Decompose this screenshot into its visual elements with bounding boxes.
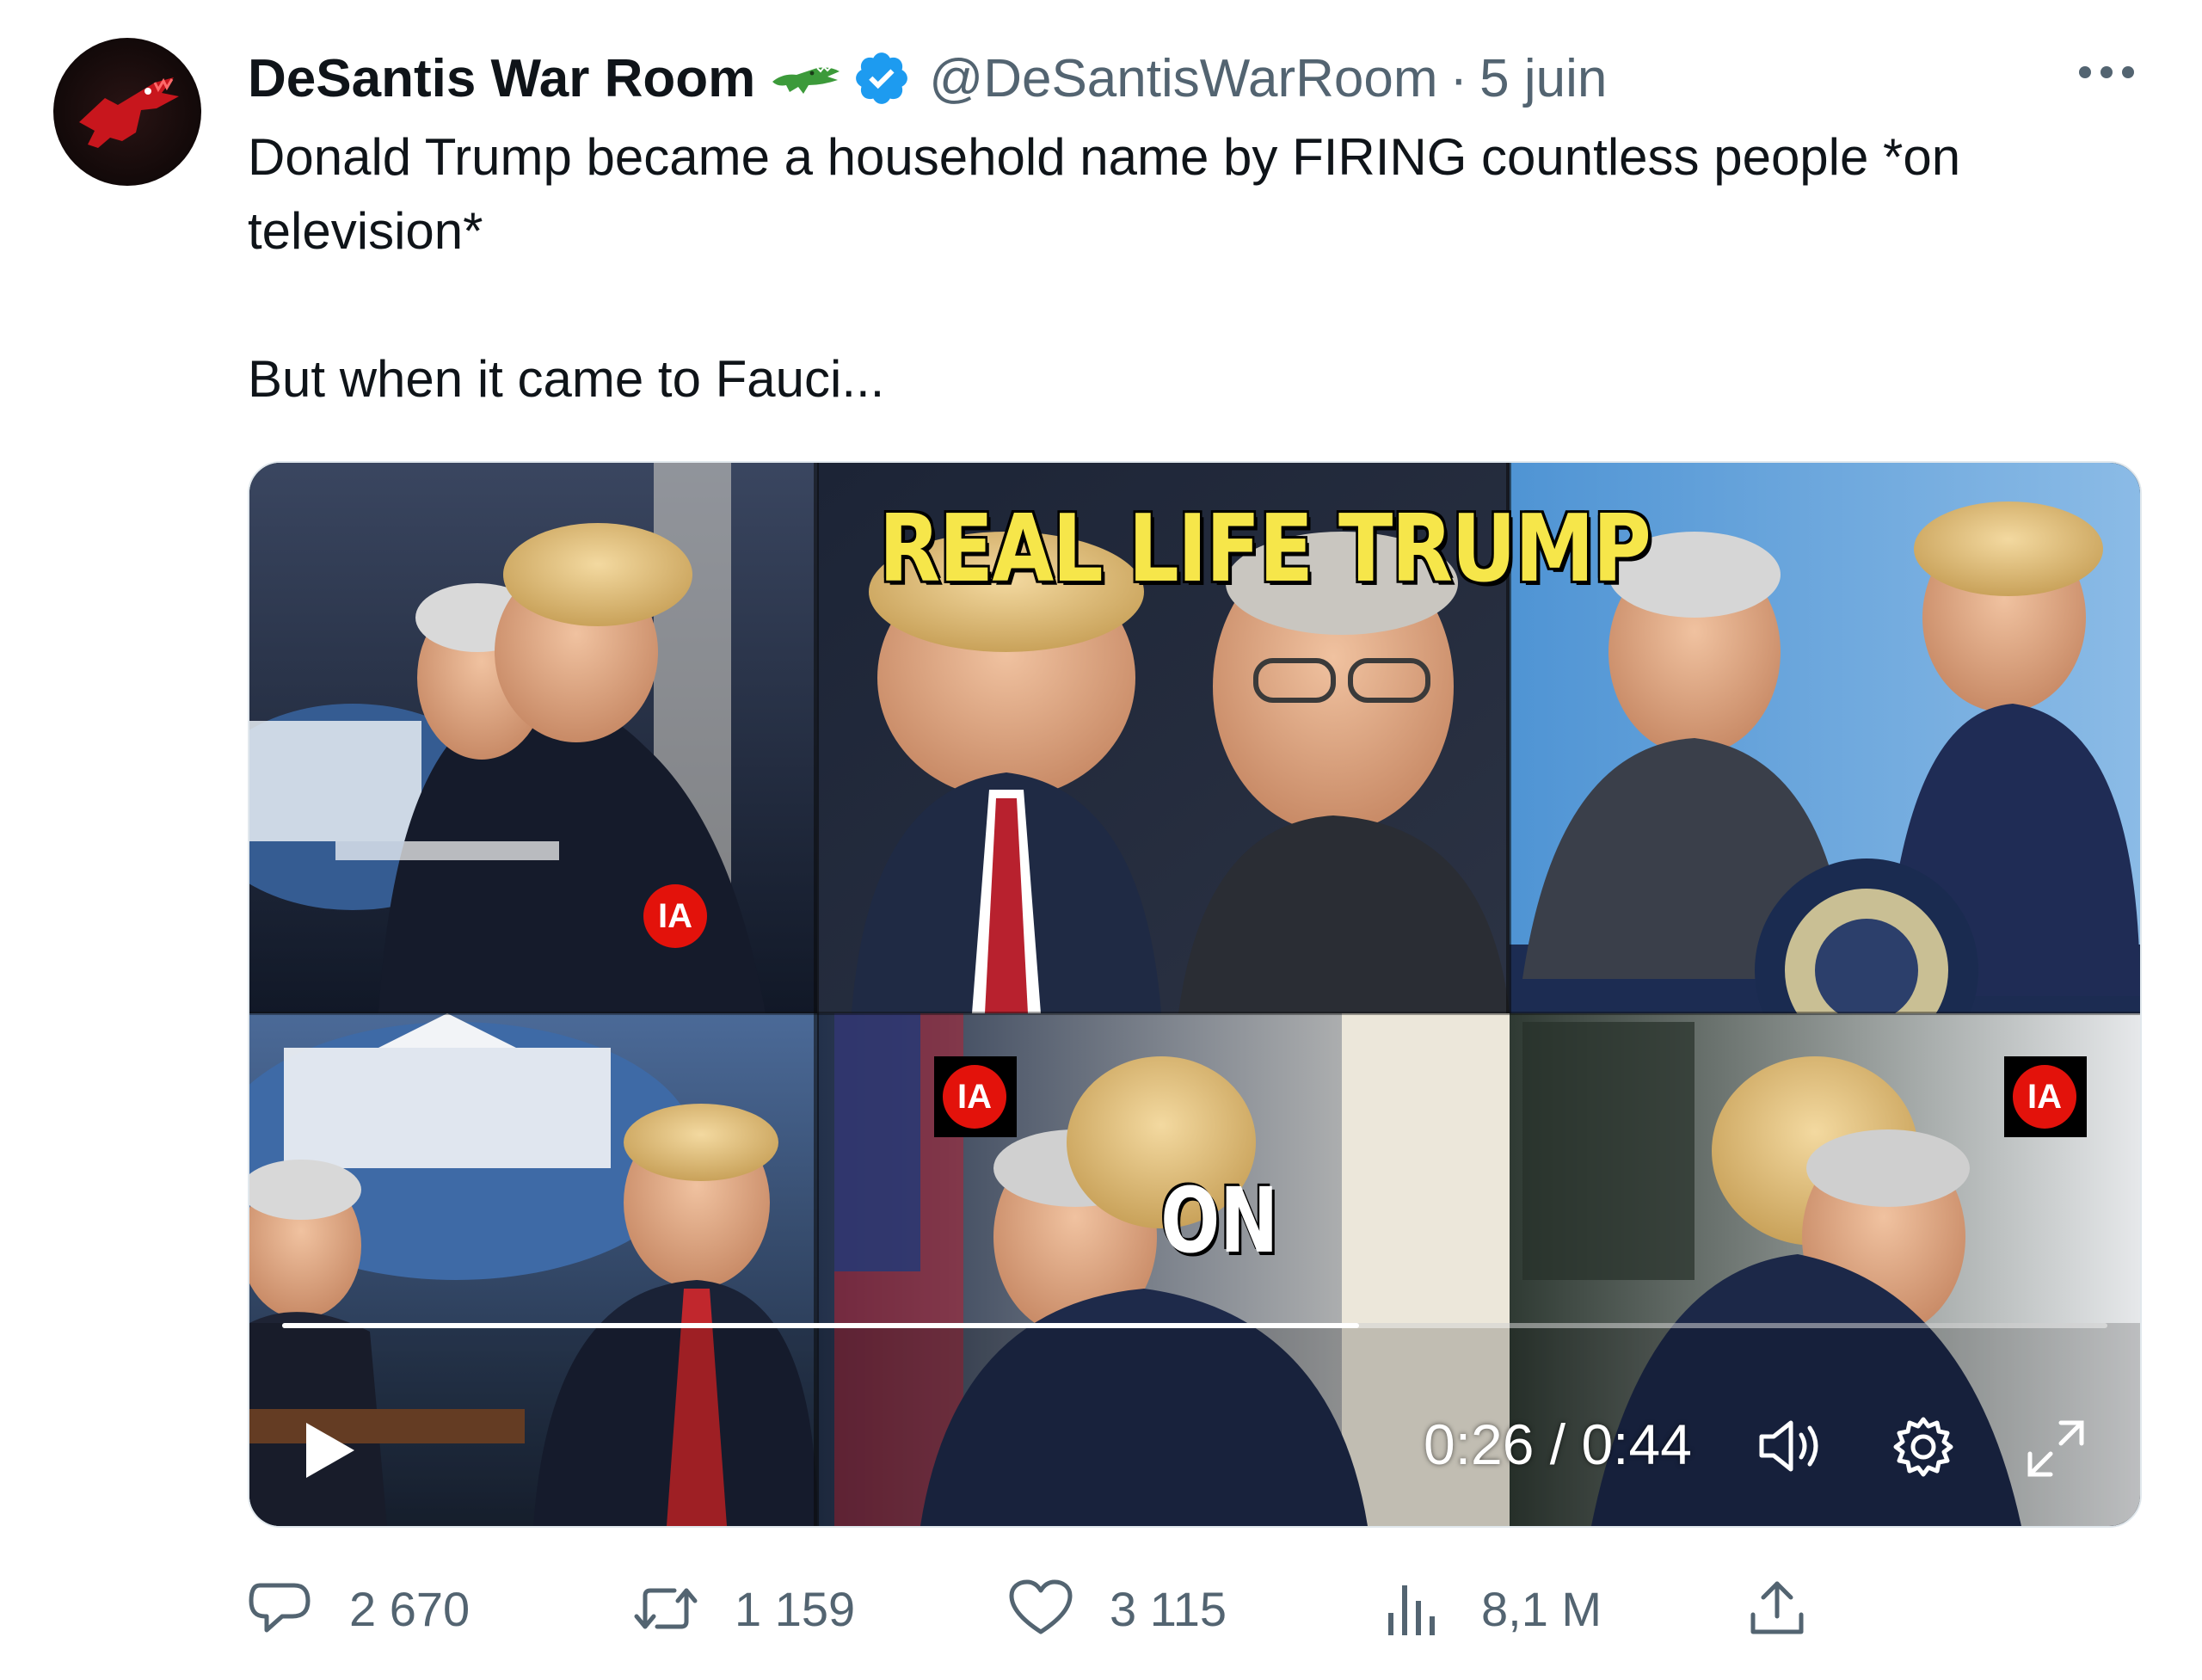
tweet-text: Donald Trump became a household name by … <box>248 120 2140 416</box>
tweet-text-line2: But when it came to Fauci... <box>248 350 885 408</box>
action-bar: 2 670 1 159 3 115 8,1 M <box>248 1574 1813 1643</box>
avatar[interactable] <box>53 38 201 186</box>
user-handle[interactable]: @DeSantisWarRoom <box>929 48 1437 109</box>
alligator-logo-icon <box>79 77 179 148</box>
repost-count: 1 159 <box>735 1581 856 1636</box>
ai-badge-label: IA <box>643 884 707 948</box>
ai-badge-label: IA <box>943 1065 1006 1129</box>
verified-badge-icon <box>856 52 908 104</box>
ai-badge-icon: IA <box>2004 1056 2087 1137</box>
fullscreen-icon[interactable] <box>2023 1416 2088 1481</box>
share-button[interactable] <box>1744 1574 1846 1643</box>
settings-gear-icon[interactable] <box>1891 1414 1956 1480</box>
video-frame-collage <box>249 463 2140 1526</box>
ai-badge-label: IA <box>2013 1065 2076 1129</box>
video-progress-fill <box>282 1323 1359 1328</box>
tweet-header: DeSantis War Room @DeSantisWarRoom · 5 j… <box>248 41 1607 115</box>
repost-button[interactable]: 1 159 <box>633 1574 855 1643</box>
like-count: 3 115 <box>1110 1581 1227 1636</box>
views-button[interactable]: 8,1 M <box>1380 1574 1602 1643</box>
tweet-card[interactable]: DeSantis War Room @DeSantisWarRoom · 5 j… <box>0 0 2202 1680</box>
separator-dot: · <box>1449 48 1468 108</box>
volume-icon[interactable] <box>1756 1416 1825 1476</box>
reply-button[interactable]: 2 670 <box>248 1574 470 1643</box>
post-date[interactable]: 5 juin <box>1479 48 1607 109</box>
display-name[interactable]: DeSantis War Room <box>248 48 755 109</box>
more-options-icon[interactable] <box>2076 62 2137 83</box>
video-progress-bar[interactable] <box>282 1323 2107 1328</box>
heart-icon <box>1009 1579 1073 1634</box>
repost-arrows-icon <box>634 1588 698 1629</box>
reply-count: 2 670 <box>349 1581 471 1636</box>
bar-chart-icon <box>1388 1585 1435 1635</box>
share-upload-icon <box>1750 1581 1804 1634</box>
video-caption: ON <box>1160 1168 1279 1273</box>
ai-badge-icon: IA <box>934 1056 1017 1137</box>
video-time: 0:26 / 0:44 <box>1424 1412 1692 1476</box>
video-player[interactable]: REAL LIFE TRUMP ON IA IA IA 0:26 / 0:44 <box>248 461 2142 1528</box>
crocodile-emoji-icon <box>772 65 840 94</box>
play-icon[interactable] <box>299 1418 360 1483</box>
like-button[interactable]: 3 115 <box>1008 1574 1227 1643</box>
view-count: 8,1 M <box>1481 1581 1602 1636</box>
tweet-text-line1: Donald Trump became a household name by … <box>248 128 1961 260</box>
ai-badge-icon: IA <box>635 876 717 957</box>
speech-bubble-icon <box>249 1583 311 1633</box>
video-headline: REAL LIFE TRUMP <box>878 495 1652 603</box>
